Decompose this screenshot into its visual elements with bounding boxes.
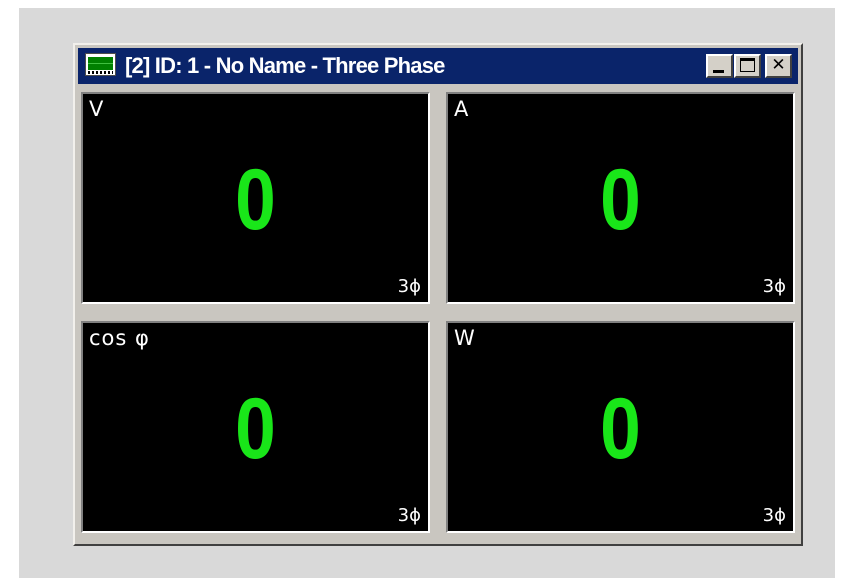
app-icon-trace [88,63,113,64]
app-icon-screen [88,57,113,70]
meter-window: [2] ID: 1 - No Name - Three Phase ✕ V 0 … [73,43,803,546]
panel-quantity-label: W [454,326,476,350]
close-button[interactable]: ✕ [765,54,792,78]
panel-quantity-label: A [454,97,470,121]
voltage-panel[interactable]: V 0 3ϕ [81,92,430,304]
panel-value: 0 [235,152,276,248]
maximize-icon [740,58,755,72]
title-bar[interactable]: [2] ID: 1 - No Name - Three Phase ✕ [78,48,798,84]
minimize-button[interactable] [706,54,733,78]
app-icon-base [88,71,113,74]
panel-value: 0 [600,381,641,477]
power-panel[interactable]: W 0 3ϕ [446,321,795,533]
meter-display-icon[interactable] [85,53,116,76]
panel-phase-label: 3ϕ [397,276,421,297]
minimize-icon [713,70,724,73]
panel-value: 0 [600,152,641,248]
maximize-button[interactable] [734,54,761,78]
close-icon: ✕ [771,55,786,75]
panel-phase-label: 3ϕ [397,505,421,526]
panel-value: 0 [235,381,276,477]
panel-quantity-label: V [89,97,105,121]
panel-phase-label: 3ϕ [762,505,786,526]
current-panel[interactable]: A 0 3ϕ [446,92,795,304]
power-factor-panel[interactable]: cos φ 0 3ϕ [81,321,430,533]
panel-quantity-label: cos φ [89,326,150,350]
window-title: [2] ID: 1 - No Name - Three Phase [125,53,445,78]
panel-phase-label: 3ϕ [762,276,786,297]
